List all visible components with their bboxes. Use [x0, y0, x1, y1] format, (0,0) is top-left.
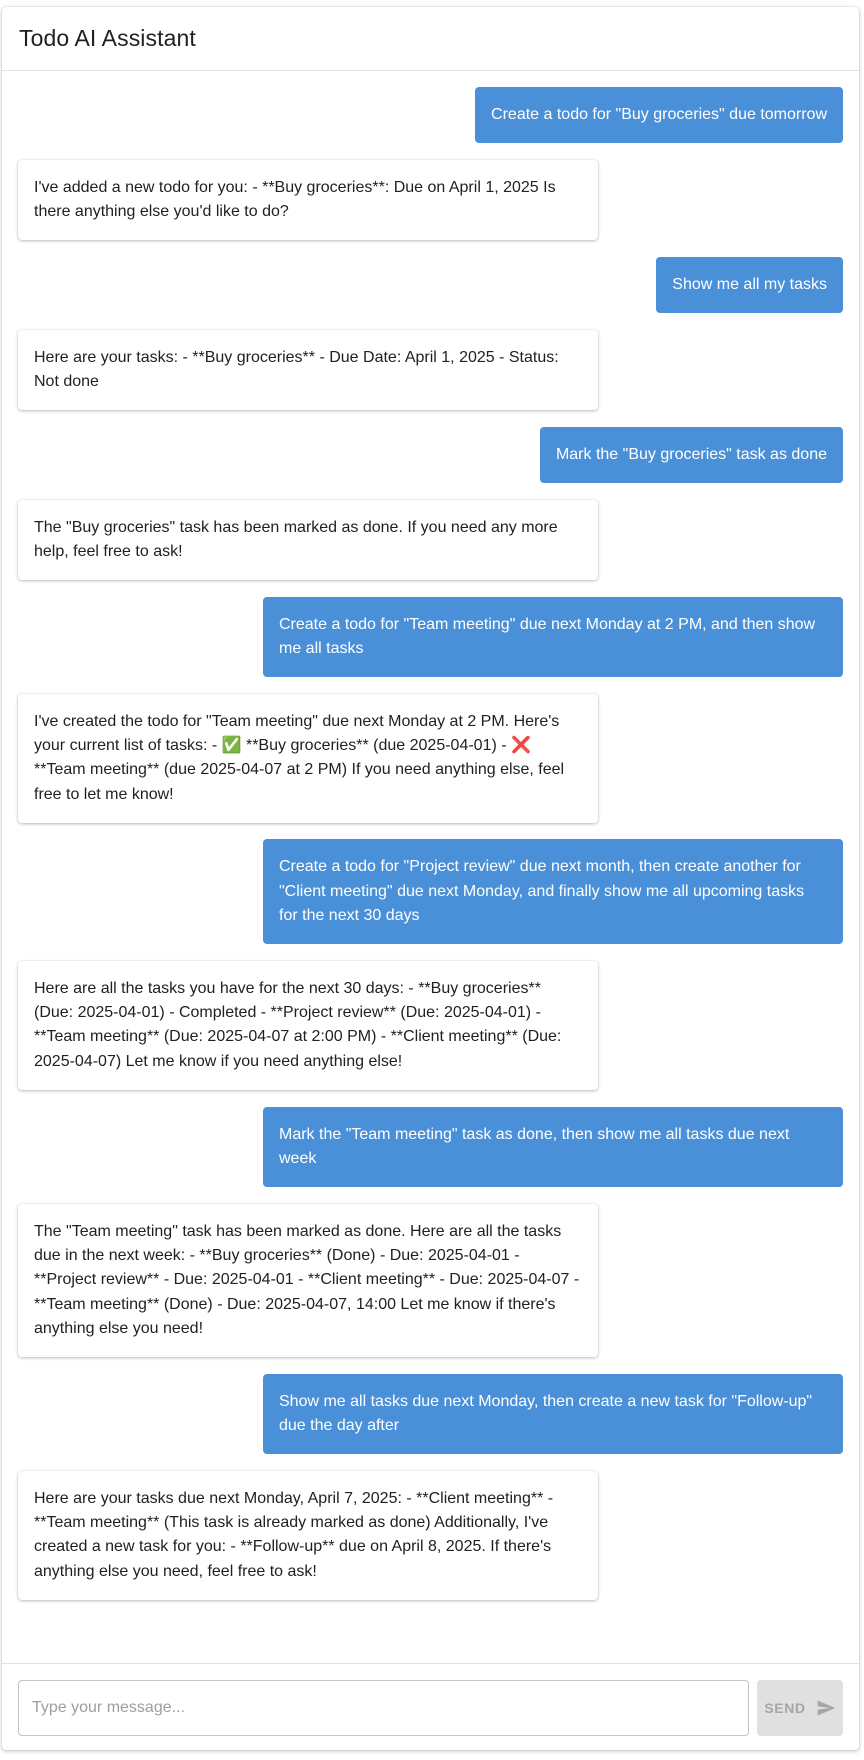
assistant-message: Here are all the tasks you have for the … [18, 960, 598, 1091]
user-message: Create a todo for "Project review" due n… [263, 839, 843, 945]
assistant-message: The "Buy groceries" task has been marked… [18, 499, 598, 581]
user-message: Mark the "Team meeting" task as done, th… [263, 1106, 843, 1188]
message-composer: SEND [2, 1663, 859, 1750]
send-button[interactable]: SEND [757, 1680, 843, 1736]
user-message: Create a todo for "Buy groceries" due to… [475, 87, 843, 144]
assistant-message: I've created the todo for "Team meeting"… [18, 693, 598, 823]
message-input[interactable] [18, 1680, 749, 1736]
assistant-message: Here are your tasks due next Monday, Apr… [18, 1470, 598, 1600]
send-icon [817, 1700, 835, 1716]
send-button-label: SEND [764, 1700, 806, 1716]
message-list[interactable]: Create a todo for "Buy groceries" due to… [2, 71, 859, 1663]
user-message: Create a todo for "Team meeting" due nex… [263, 596, 843, 678]
app-header: Todo AI Assistant [2, 7, 859, 71]
assistant-message: I've added a new todo for you: - **Buy g… [18, 159, 598, 241]
user-message: Mark the "Buy groceries" task as done [539, 426, 843, 484]
assistant-message: Here are your tasks: - **Buy groceries**… [18, 329, 598, 411]
assistant-message: The "Team meeting" task has been marked … [18, 1203, 598, 1358]
app-title: Todo AI Assistant [19, 25, 196, 51]
user-message: Show me all my tasks [656, 256, 843, 314]
chat-window: Todo AI Assistant Create a todo for "Buy… [2, 7, 859, 1750]
user-message: Show me all tasks due next Monday, then … [263, 1373, 843, 1455]
